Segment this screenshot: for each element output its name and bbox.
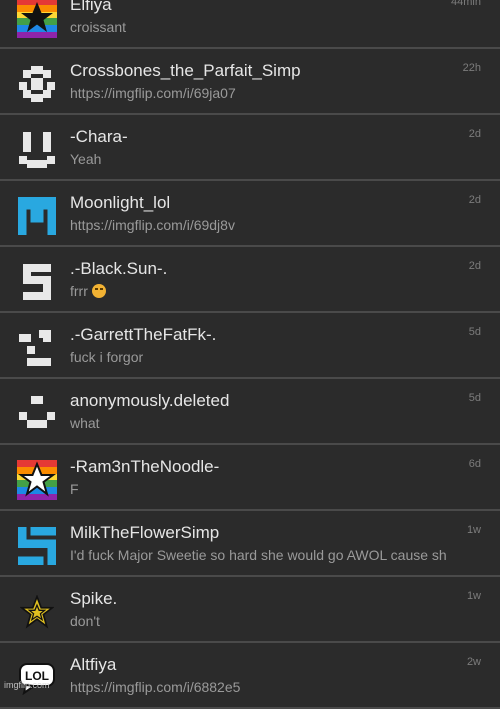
conversation-preview: what <box>70 415 100 431</box>
weary-face-emoji <box>91 284 106 298</box>
conversation-preview: croissant <box>70 19 127 35</box>
rainbow-white-star-icon <box>17 460 57 500</box>
conversation-time: 44min <box>451 0 481 8</box>
pixel-s-icon <box>17 262 57 302</box>
conversation-time: 1w <box>466 590 481 602</box>
conversation-preview: fuck i forgor <box>70 349 144 365</box>
conversation-name: .-GarrettTheFatFk-. <box>70 325 217 344</box>
conversation-name: Altfiya <box>70 655 117 674</box>
pixel-m-icon <box>17 196 57 236</box>
conversation-time: 5d <box>468 326 481 338</box>
conversation-time: 1w <box>466 524 481 536</box>
conversation-row[interactable]: -Ram3nTheNoodle- F 6d <box>0 445 500 511</box>
conversation-name: -Chara- <box>70 127 128 146</box>
watermark: imgflip.com <box>4 680 50 690</box>
conversation-row[interactable]: Moonlight_lol https://imgflip.com/i/69dj… <box>0 181 500 247</box>
conversation-list: Elfiya croissant 44min Crossbones_the_Pa… <box>0 0 500 709</box>
conversation-preview: https://imgflip.com/i/6882e5 <box>70 679 241 695</box>
pixel-smiley-icon <box>17 394 57 434</box>
conversation-preview: don't <box>70 613 100 629</box>
rainbow-black-star-icon <box>17 0 57 38</box>
conversation-name: MilkTheFlowerSimp <box>70 523 220 542</box>
conversation-preview: Yeah <box>70 151 102 167</box>
conversation-row[interactable]: Elfiya croissant 44min <box>0 0 500 49</box>
conversation-row[interactable]: MilkTheFlowerSimp I'd fuck Major Sweetie… <box>0 511 500 577</box>
conversation-time: 2d <box>468 260 481 272</box>
conversation-preview: F <box>70 481 79 497</box>
conversation-preview: I'd fuck Major Sweetie so hard she would… <box>70 547 447 563</box>
gold-star-icon <box>17 592 57 632</box>
conversation-row[interactable]: -Chara- Yeah 2d <box>0 115 500 181</box>
conversation-name: Elfiya <box>70 0 112 14</box>
pixel-symbol-blue-icon <box>17 526 57 566</box>
conversation-time: 22h <box>462 62 481 74</box>
pixel-glitch-face-icon <box>17 328 57 368</box>
conversation-name: .-Black.Sun-. <box>70 259 168 278</box>
pixel-face-icon <box>17 130 57 170</box>
pixel-crossbones-icon <box>17 64 57 104</box>
conversation-time: 2d <box>468 128 481 140</box>
conversation-time: 6d <box>468 458 481 470</box>
conversation-row[interactable]: .-GarrettTheFatFk-. fuck i forgor 5d <box>0 313 500 379</box>
lol-bubble-icon: LOL <box>17 658 57 698</box>
conversation-name: anonymously.deleted <box>70 391 230 410</box>
conversation-time: 5d <box>468 392 481 404</box>
conversation-row[interactable]: .-Black.Sun-. frrr 2d <box>0 247 500 313</box>
conversation-row[interactable]: Spike. don't 1w <box>0 577 500 643</box>
conversation-row[interactable]: Crossbones_the_Parfait_Simp https://imgf… <box>0 49 500 115</box>
conversation-name: -Ram3nTheNoodle- <box>70 457 220 476</box>
conversation-preview: https://imgflip.com/i/69ja07 <box>70 85 236 101</box>
conversation-row[interactable]: anonymously.deleted what 5d <box>0 379 500 445</box>
conversation-name: Spike. <box>70 589 118 608</box>
conversation-name: Moonlight_lol <box>70 193 171 212</box>
conversation-row[interactable]: LOL Altfiya https://imgflip.com/i/6882e5… <box>0 643 500 709</box>
conversation-preview: https://imgflip.com/i/69dj8v <box>70 217 235 233</box>
conversation-preview: frrr <box>70 283 482 299</box>
conversation-name: Crossbones_the_Parfait_Simp <box>70 61 301 80</box>
conversation-time: 2d <box>468 194 481 206</box>
conversation-time: 2w <box>466 656 481 668</box>
